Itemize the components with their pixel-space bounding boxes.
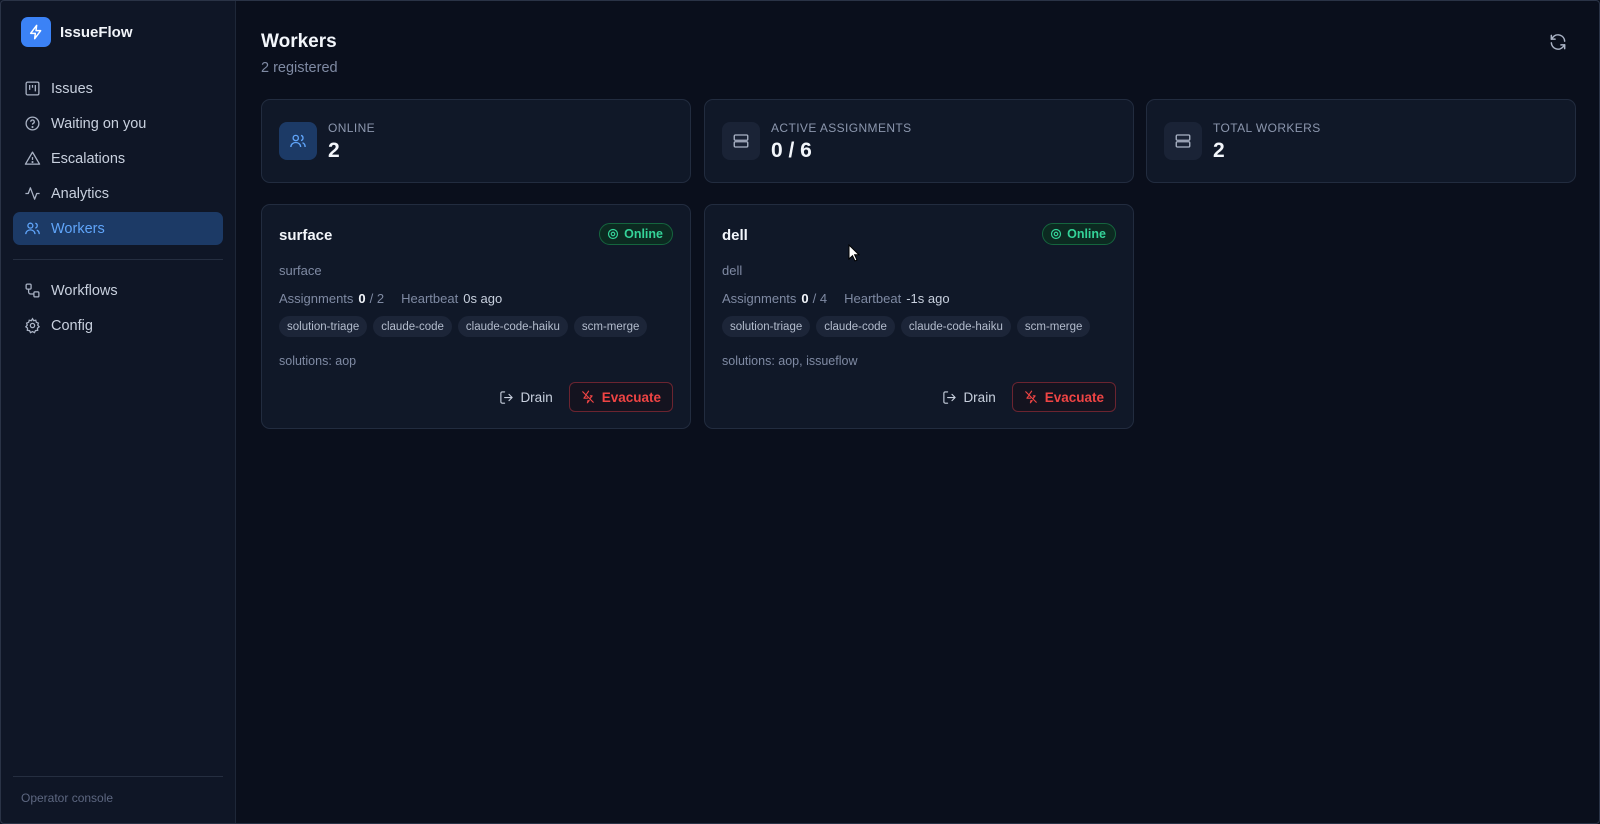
nav-divider: [13, 259, 223, 260]
sidebar-item-label: Escalations: [51, 150, 126, 167]
sidebar-nav: Issues Waiting on you Escalations Analyt…: [13, 72, 223, 344]
status-text: Online: [624, 227, 663, 241]
worker-meta: Assignments 0 / 4 Heartbeat -1s ago: [722, 291, 950, 306]
page-subtitle: 2 registered: [261, 60, 338, 76]
sidebar-item-label: Analytics: [51, 185, 110, 202]
worker-actions: Drain Evacuate: [934, 382, 1116, 412]
heartbeat-value: -1s ago: [906, 291, 950, 306]
stat-label: ACTIVE ASSIGNMENTS: [771, 121, 912, 135]
users-icon: [279, 122, 317, 160]
stat-card-online: ONLINE 2: [261, 99, 691, 183]
mouse-cursor-icon: [848, 243, 861, 267]
lightning-icon: [21, 17, 51, 47]
drain-button[interactable]: Drain: [491, 382, 560, 412]
capability-tag: claude-code-haiku: [457, 316, 568, 337]
drain-label: Drain: [520, 389, 553, 405]
heartbeat-label: Heartbeat: [844, 291, 902, 306]
server-icon: [722, 122, 760, 160]
log-out-icon: [943, 390, 957, 404]
sidebar-item-label: Workers: [51, 220, 105, 237]
stat-value: 2: [1213, 139, 1225, 162]
capability-tag: scm-merge: [1016, 316, 1091, 337]
status-text: Online: [1067, 227, 1106, 241]
stat-value: 2: [328, 139, 340, 162]
heartbeat-value: 0s ago: [463, 291, 503, 306]
sidebar-item-label: Issues: [51, 80, 93, 97]
assignments-active: 0: [358, 291, 366, 306]
worker-name: surface: [279, 227, 333, 244]
evacuate-label: Evacuate: [601, 389, 661, 405]
capability-tag: claude-code: [373, 316, 452, 337]
zap-off-icon: [581, 390, 594, 404]
sidebar: IssueFlow Issues Waiting on you Escalati…: [0, 0, 236, 824]
users-icon: [24, 220, 41, 237]
assignments-active: 0: [801, 291, 809, 306]
worker-host: surface: [279, 263, 322, 278]
assignments-label: Assignments: [279, 291, 354, 306]
status-badge: Online: [599, 223, 673, 245]
status-badge: Online: [1042, 223, 1116, 245]
worker-solutions: solutions: aop: [279, 354, 357, 368]
drain-button[interactable]: Drain: [934, 382, 1003, 412]
capability-tag: scm-merge: [573, 316, 648, 337]
refresh-icon: [1550, 34, 1566, 50]
worker-actions: Drain Evacuate: [491, 382, 673, 412]
sidebar-item-workflows[interactable]: Workflows: [13, 274, 223, 307]
evacuate-button[interactable]: Evacuate: [1011, 382, 1116, 412]
zap-off-icon: [1024, 390, 1037, 404]
evacuate-label: Evacuate: [1044, 389, 1104, 405]
capability-tag: claude-code: [816, 316, 895, 337]
page-title: Workers: [261, 31, 337, 52]
worker-solutions: solutions: aop, issueflow: [722, 354, 858, 368]
sidebar-item-label: Workflows: [51, 282, 118, 299]
evacuate-button[interactable]: Evacuate: [568, 382, 673, 412]
drain-label: Drain: [963, 389, 996, 405]
sidebar-item-issues[interactable]: Issues: [13, 72, 223, 105]
brand[interactable]: IssueFlow: [21, 17, 133, 47]
capability-tag: solution-triage: [279, 316, 368, 337]
sidebar-item-label: Config: [51, 317, 93, 334]
worker-card-dell: dell Online dell Assignments 0 / 4 Heart…: [704, 204, 1134, 429]
activity-icon: [24, 185, 41, 202]
worker-name: dell: [722, 227, 748, 244]
heartbeat-label: Heartbeat: [401, 291, 459, 306]
sidebar-item-escalations[interactable]: Escalations: [13, 142, 223, 175]
stat-card-total-workers: TOTAL WORKERS 2: [1146, 99, 1576, 183]
stat-label: TOTAL WORKERS: [1213, 121, 1321, 135]
stat-value: 0 / 6: [771, 139, 812, 162]
footer-divider: [13, 776, 223, 777]
capability-tag: solution-triage: [722, 316, 811, 337]
log-out-icon: [500, 390, 514, 404]
main-content: Workers 2 registered ONLINE 2 ACTIVE ASS…: [237, 0, 1600, 824]
assignments-total: / 4: [812, 291, 828, 306]
sidebar-item-workers[interactable]: Workers: [13, 212, 223, 245]
capability-tags: solution-triage claude-code claude-code-…: [279, 316, 653, 337]
help-circle-icon: [24, 115, 41, 132]
gear-icon: [24, 317, 41, 334]
worker-host: dell: [722, 263, 743, 278]
stat-card-active-assignments: ACTIVE ASSIGNMENTS 0 / 6: [704, 99, 1134, 183]
warning-triangle-icon: [24, 150, 41, 167]
sidebar-item-waiting-on-you[interactable]: Waiting on you: [13, 107, 223, 140]
sidebar-item-analytics[interactable]: Analytics: [13, 177, 223, 210]
worker-card-surface: surface Online surface Assignments 0 / 2…: [261, 204, 691, 429]
assignments-label: Assignments: [722, 291, 797, 306]
worker-meta: Assignments 0 / 2 Heartbeat 0s ago: [279, 291, 502, 306]
online-status-icon: [607, 228, 619, 240]
stat-label: ONLINE: [328, 121, 376, 135]
workflow-icon: [24, 282, 41, 299]
capability-tag: claude-code-haiku: [900, 316, 1011, 337]
sidebar-item-label: Waiting on you: [51, 115, 147, 132]
sidebar-footer: Operator console: [21, 791, 114, 805]
capability-tags: solution-triage claude-code claude-code-…: [722, 316, 1096, 337]
kanban-icon: [24, 80, 41, 97]
refresh-button[interactable]: [1548, 32, 1568, 52]
server-icon: [1164, 122, 1202, 160]
brand-name: IssueFlow: [60, 23, 133, 41]
sidebar-item-config[interactable]: Config: [13, 309, 223, 342]
assignments-total: / 2: [369, 291, 385, 306]
online-status-icon: [1050, 228, 1062, 240]
